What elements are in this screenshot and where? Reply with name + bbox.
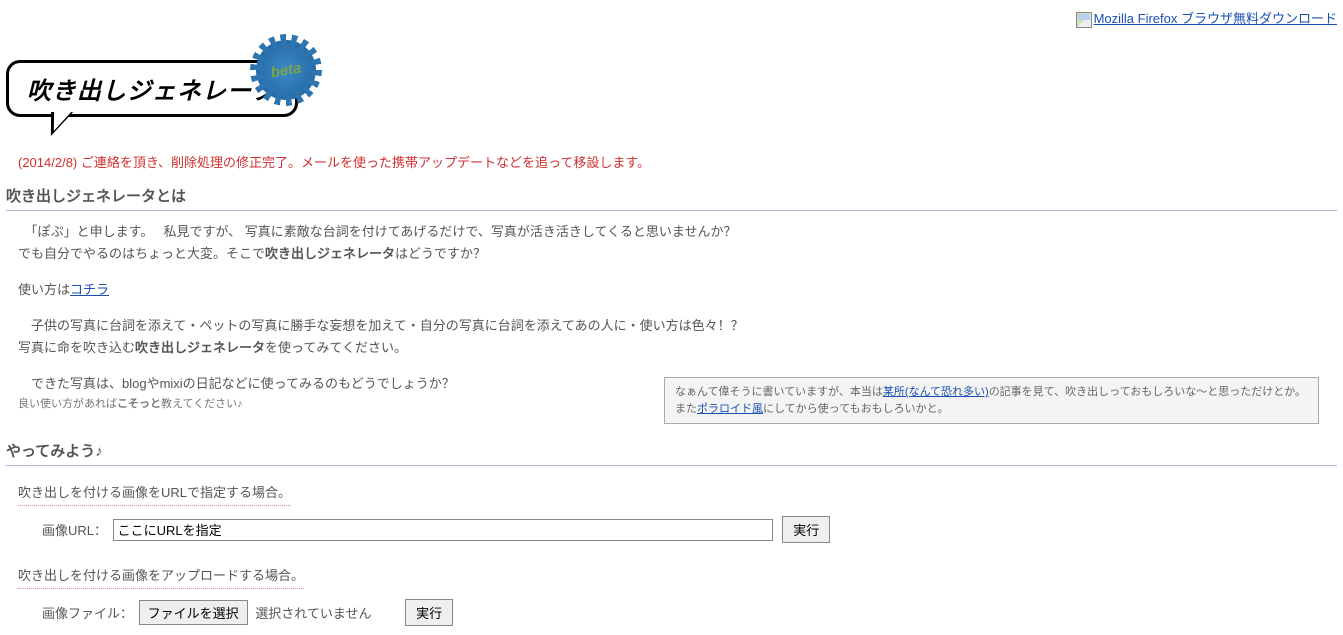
about-p2: 使い方はコチラ <box>18 279 1325 301</box>
top-download-link-row: Mozilla Firefox ブラウザ無料ダウンロード <box>0 0 1343 28</box>
section-try-title: やってみよう♪ <box>6 440 1337 463</box>
aside-link1[interactable]: 某所(なんて恐れ多い) <box>883 386 989 398</box>
aside-pre: なぁんて偉そうに書いていますが、本当は <box>675 386 883 398</box>
file-status-text: 選択されていません <box>255 606 371 621</box>
image-url-input[interactable] <box>113 519 773 541</box>
about-p1b-post: はどうですか？ <box>395 246 486 261</box>
about-p2-pre: 使い方は <box>18 282 70 297</box>
run-url-button[interactable]: 実行 <box>782 516 830 543</box>
logo-area: 吹き出しジェネレータ beta <box>0 28 1343 148</box>
about-p3b-pre: 写真に命を吹き込む <box>18 340 135 355</box>
about-p3b-bold: 吹き出しジェネレータ <box>135 340 265 355</box>
about-p1b-pre: でも自分でやるのはちょっと大変。そこで <box>18 246 265 261</box>
section-about-title: 吹き出しジェネレータとは <box>6 185 1337 208</box>
bubble-tail-icon <box>47 112 73 136</box>
aside-note-box: なぁんて偉そうに書いていますが、本当は某所(なんて恐れ多い)の記事を見て、吹き出… <box>664 377 1319 424</box>
try-content: 吹き出しを付ける画像をURLで指定する場合。 画像URL： 実行 吹き出しを付け… <box>0 476 1343 630</box>
about-p3: 子供の写真に台詞を添えて・ペットの写真に勝手な妄想を加えて・自分の写真に台詞を添… <box>18 315 1325 359</box>
url-form-row: 画像URL： 実行 <box>18 512 1325 547</box>
about-p1b: でも自分でやるのはちょっと大変。そこで吹き出しジェネレータはどうですか？ <box>18 243 1325 265</box>
howto-link[interactable]: コチラ <box>70 282 109 297</box>
beta-badge-text: beta <box>269 59 302 81</box>
logo-text: 吹き出しジェネレータ <box>27 79 277 105</box>
aside-post: にしてから使ってもおもしろいかと。 <box>763 403 949 415</box>
about-p4-small-bold: こそっと <box>117 398 161 410</box>
url-label: 画像URL： <box>42 523 107 538</box>
section-rule <box>6 210 1337 211</box>
about-p3b-post: を使ってみてください。 <box>265 340 407 355</box>
about-content: 「ぽぷ」と申します。 私見ですが、 写真に素敵な台詞を付けてあげるだけで、写真が… <box>0 221 1343 434</box>
sub2-row: 吹き出しを付ける画像をアップロードする場合。 <box>18 559 1325 595</box>
notice-text: (2014/2/8) ご連絡を頂き、削除処理の修正完了。メールを使った携帯アップ… <box>0 148 1343 179</box>
section-rule-2 <box>6 465 1337 466</box>
about-p4-small-post: 教えてください♪ <box>161 398 243 410</box>
about-p3b: 写真に命を吹き込む吹き出しジェネレータを使ってみてください。 <box>18 337 1325 359</box>
about-p1b-bold: 吹き出しジェネレータ <box>265 246 395 261</box>
file-label: 画像ファイル： <box>42 606 133 621</box>
sub1-text: 吹き出しを付ける画像をURLで指定する場合。 <box>18 482 291 506</box>
file-select-button[interactable]: ファイルを選択 <box>139 600 248 625</box>
aside-link2[interactable]: ポラロイド風 <box>697 403 763 415</box>
broken-image-icon <box>1076 12 1092 28</box>
about-p1: 「ぽぷ」と申します。 私見ですが、 写真に素敵な台詞を付けてあげるだけで、写真が… <box>18 221 1325 265</box>
about-p4-small-pre: 良い使い方があれば <box>18 398 117 410</box>
sub2-text: 吹き出しを付ける画像をアップロードする場合。 <box>18 565 304 589</box>
about-p3a: 子供の写真に台詞を添えて・ペットの写真に勝手な妄想を加えて・自分の写真に台詞を添… <box>18 315 1325 337</box>
beta-badge: beta <box>251 35 321 105</box>
firefox-download-link[interactable]: Mozilla Firefox ブラウザ無料ダウンロード <box>1076 11 1337 26</box>
sub1-row: 吹き出しを付ける画像をURLで指定する場合。 <box>18 476 1325 512</box>
about-p1a: 「ぽぷ」と申します。 私見ですが、 写真に素敵な台詞を付けてあげるだけで、写真が… <box>18 221 1325 243</box>
file-form-row: 画像ファイル： ファイルを選択 選択されていません 実行 <box>18 595 1325 630</box>
run-upload-button[interactable]: 実行 <box>405 599 453 626</box>
firefox-download-link-text: Mozilla Firefox ブラウザ無料ダウンロード <box>1094 11 1337 26</box>
